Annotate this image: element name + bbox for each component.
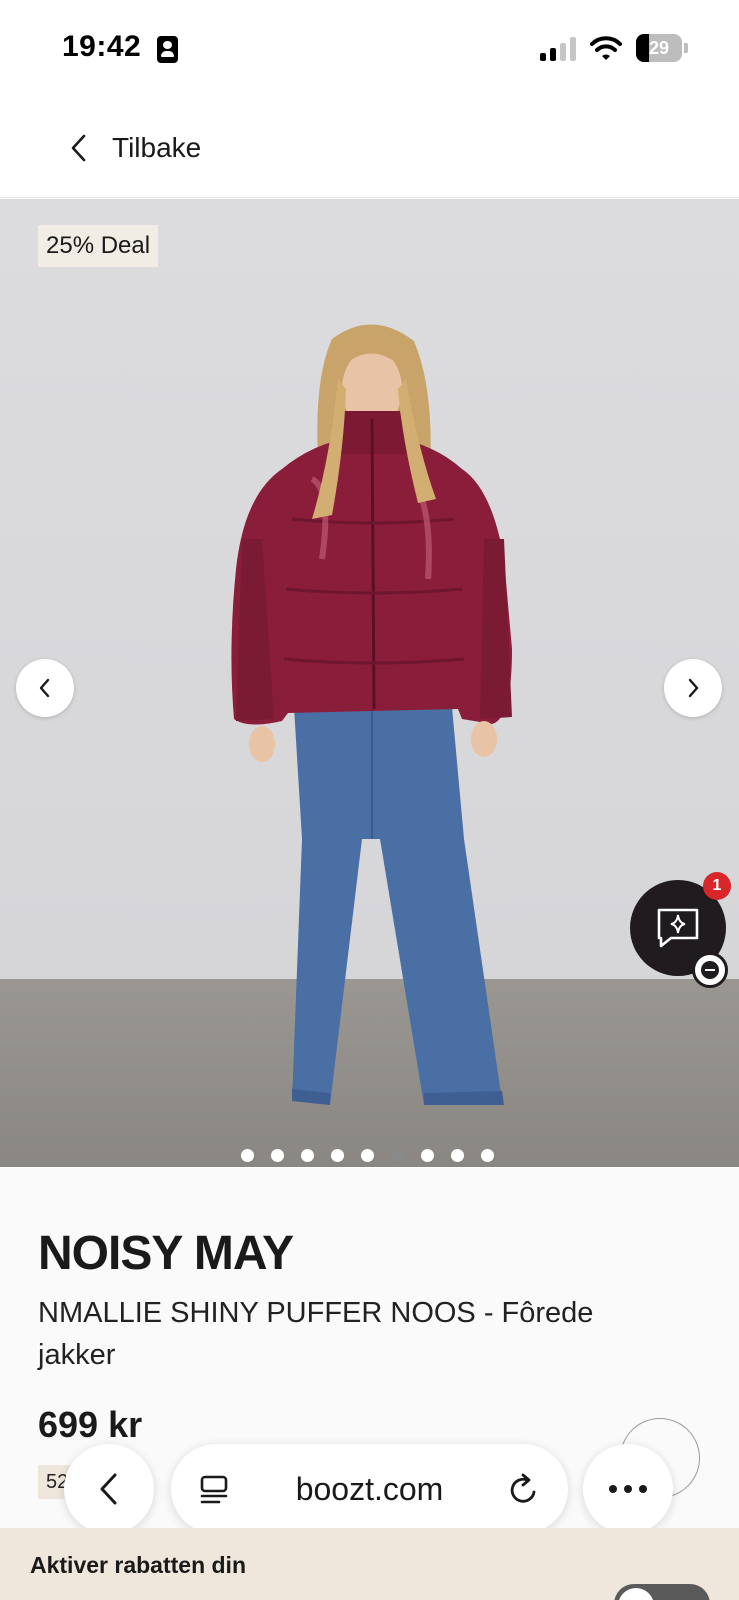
chat-notification-badge: 1 — [703, 872, 731, 900]
gallery-next-button[interactable] — [664, 659, 722, 717]
gallery-dot[interactable] — [421, 1149, 434, 1162]
battery-icon: 29 — [636, 34, 688, 62]
browser-more-button[interactable] — [583, 1444, 673, 1534]
gallery-prev-button[interactable] — [16, 659, 74, 717]
product-image[interactable] — [222, 319, 522, 1109]
signal-icon — [540, 37, 578, 61]
wifi-icon — [590, 36, 622, 60]
minus-circle-icon — [701, 961, 719, 979]
gallery-dots — [241, 1149, 494, 1162]
chat-minimize-button[interactable] — [692, 952, 728, 988]
reload-icon[interactable] — [507, 1472, 541, 1508]
browser-back-button[interactable] — [64, 1444, 154, 1534]
gallery-dot[interactable] — [331, 1149, 344, 1162]
chevron-left-icon — [71, 134, 86, 162]
more-icon — [609, 1485, 647, 1493]
gallery-dot[interactable] — [271, 1149, 284, 1162]
discount-banner: Aktiver rabatten din — [0, 1528, 739, 1600]
discount-toggle[interactable] — [614, 1584, 710, 1600]
back-link[interactable]: Tilbake — [68, 126, 201, 170]
chevron-left-icon — [100, 1473, 117, 1505]
gallery-dot[interactable] — [301, 1149, 314, 1162]
chevron-right-icon — [688, 678, 699, 698]
address-bar[interactable]: boozt.com — [171, 1444, 568, 1534]
contact-card-icon — [157, 36, 178, 63]
back-label: Tilbake — [112, 132, 202, 163]
product-brand[interactable]: NOISY MAY — [38, 1226, 294, 1281]
gallery-dot[interactable] — [481, 1149, 494, 1162]
gallery-dot[interactable] — [241, 1149, 254, 1162]
chat-sparkle-icon — [657, 908, 699, 948]
gallery-dot[interactable] — [361, 1149, 374, 1162]
gallery-dot[interactable] — [451, 1149, 464, 1162]
status-time: 19:42 — [62, 30, 142, 63]
header: Tilbake — [0, 100, 739, 198]
deal-badge: 25% Deal — [38, 225, 159, 267]
battery-level: 29 — [648, 38, 670, 58]
chevron-left-icon — [39, 678, 50, 698]
discount-label: Aktiver rabatten din — [30, 1552, 246, 1578]
gallery-dot[interactable] — [391, 1149, 404, 1162]
product-price: 699 kr — [38, 1404, 143, 1445]
product-name: NMALLIE SHINY PUFFER NOOS - Fôrede jakke… — [38, 1297, 594, 1371]
status-bar: 19:42 29 — [0, 0, 739, 100]
product-gallery[interactable]: 25% Deal — [0, 199, 739, 1167]
